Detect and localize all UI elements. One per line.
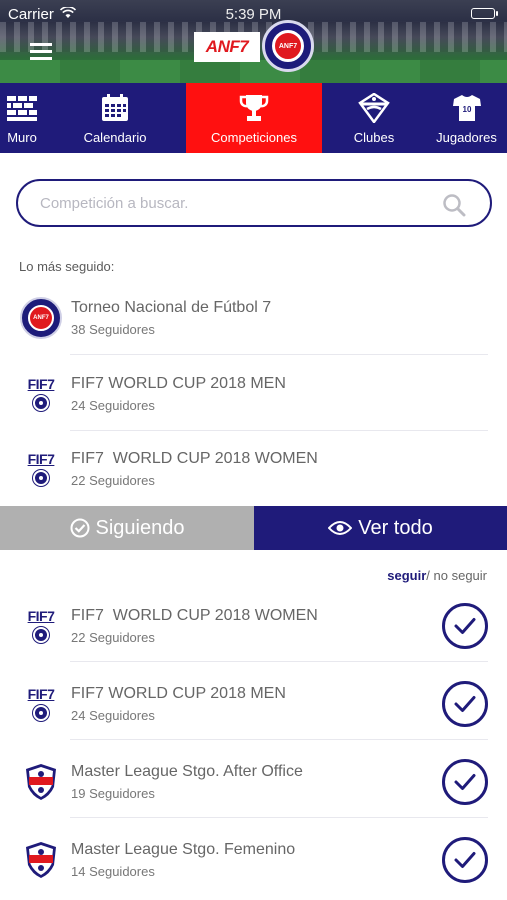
most-followed-label: Lo más seguido:	[19, 259, 115, 274]
master-league-logo	[20, 839, 62, 881]
checkmark-icon	[454, 852, 476, 868]
master-league-logo	[20, 761, 62, 803]
competition-title: FIF7 WORLD CUP 2018 MEN	[71, 374, 286, 392]
status-bar: Carrier 5:39 PM	[8, 4, 499, 24]
competition-title: FIF7 WORLD CUP 2018 MEN	[71, 684, 286, 702]
list-item[interactable]: FIF7 FIF7 WORLD CUP 2018 WOMEN 22 Seguid…	[20, 603, 488, 649]
follower-count: 14 Seguidores	[71, 863, 155, 879]
competition-title: Master League Stgo. After Office	[71, 762, 303, 780]
trophy-icon	[238, 92, 270, 124]
list-item[interactable]: Master League Stgo. Femenino 14 Seguidor…	[20, 837, 488, 883]
follow-filter-links: seguir/ no seguir	[387, 568, 487, 583]
competition-title: Master League Stgo. Femenino	[71, 840, 296, 858]
anf7-logo-text: ANF7	[205, 37, 249, 56]
checkmark-icon	[454, 618, 476, 634]
jersey-icon: 10	[451, 92, 483, 124]
wall-icon	[6, 92, 38, 124]
follower-count: 38 Seguidores	[71, 321, 155, 337]
seguir-link[interactable]: seguir	[387, 568, 426, 583]
follow-check-button[interactable]	[442, 837, 488, 883]
tab-competiciones[interactable]: Competiciones	[186, 83, 322, 153]
stadium-field-background	[0, 60, 507, 83]
fif7-logo: FIF7	[20, 605, 62, 647]
no-seguir-link[interactable]: no seguir	[430, 568, 487, 583]
tab-muro[interactable]: Muro	[0, 83, 44, 153]
competition-title: FIF7 WORLD CUP 2018 WOMEN	[71, 449, 318, 467]
divider	[70, 661, 488, 662]
competition-title: FIF7 WORLD CUP 2018 WOMEN	[71, 606, 318, 624]
eye-icon	[328, 520, 353, 536]
checkmark-icon	[454, 696, 476, 712]
svg-text:10: 10	[462, 105, 471, 114]
club-shield-icon	[358, 92, 390, 124]
tab-label: Muro	[7, 130, 37, 145]
tab-clubes[interactable]: Clubes	[322, 83, 426, 153]
search-input[interactable]	[40, 194, 420, 212]
divider	[70, 817, 488, 818]
competition-search-box[interactable]	[16, 179, 492, 227]
hamburger-menu-icon[interactable]	[30, 43, 52, 60]
follower-count: 24 Seguidores	[71, 707, 155, 723]
follower-count: 22 Seguidores	[71, 629, 155, 645]
follower-count: 24 Seguidores	[71, 397, 155, 413]
check-circle-icon	[70, 518, 90, 538]
tab-label: Jugadores	[436, 130, 497, 145]
divider	[70, 430, 488, 431]
follow-check-button[interactable]	[442, 603, 488, 649]
status-time: 5:39 PM	[225, 5, 282, 23]
follower-count: 19 Seguidores	[71, 785, 155, 801]
carrier-label: Carrier	[8, 5, 54, 23]
competition-title: Torneo Nacional de Fútbol 7	[71, 298, 272, 316]
anf7-logo: ANF7	[194, 32, 260, 62]
divider	[70, 354, 488, 355]
fif7-logo: FIF7	[20, 448, 62, 490]
tab-label: Calendario	[83, 130, 147, 145]
follow-filter-toggle: Siguiendo Ver todo	[0, 506, 507, 550]
tab-calendario[interactable]: Calendario	[44, 83, 186, 153]
ver-todo-label: Ver todo	[358, 516, 433, 539]
tab-label: Competiciones	[211, 130, 297, 145]
list-item[interactable]: FIF7 FIF7 WORLD CUP 2018 WOMEN 22 Seguid…	[20, 448, 488, 490]
calendar-icon	[99, 92, 131, 124]
anf7-crest-logo: ANF7	[20, 297, 62, 339]
anf7-crest-icon: ANF7	[262, 20, 314, 72]
tab-jugadores[interactable]: 10 Jugadores	[426, 83, 507, 153]
list-item[interactable]: FIF7 FIF7 WORLD CUP 2018 MEN 24 Seguidor…	[20, 373, 488, 415]
wifi-icon	[59, 5, 76, 22]
siguiendo-label: Siguiendo	[95, 516, 185, 539]
search-icon[interactable]	[442, 193, 466, 217]
main-tab-bar: Muro Calendario Competiciones Clubes 10 …	[0, 83, 507, 153]
fif7-logo: FIF7	[20, 683, 62, 725]
list-item[interactable]: Master League Stgo. After Office 19 Segu…	[20, 759, 488, 805]
checkmark-icon	[454, 774, 476, 790]
list-item[interactable]: ANF7 Torneo Nacional de Fútbol 7 38 Segu…	[20, 297, 488, 339]
follower-count: 22 Seguidores	[71, 472, 155, 488]
divider	[70, 739, 488, 740]
fif7-logo: FIF7	[20, 373, 62, 415]
follow-check-button[interactable]	[442, 681, 488, 727]
ver-todo-toggle-button[interactable]: Ver todo	[254, 506, 507, 550]
app-header: Carrier 5:39 PM ANF7 ANF7	[0, 0, 507, 83]
list-item[interactable]: FIF7 FIF7 WORLD CUP 2018 MEN 24 Seguidor…	[20, 681, 488, 727]
battery-icon	[471, 8, 498, 19]
siguiendo-toggle-button[interactable]: Siguiendo	[0, 506, 254, 550]
tab-label: Clubes	[353, 130, 395, 145]
follow-check-button[interactable]	[442, 759, 488, 805]
